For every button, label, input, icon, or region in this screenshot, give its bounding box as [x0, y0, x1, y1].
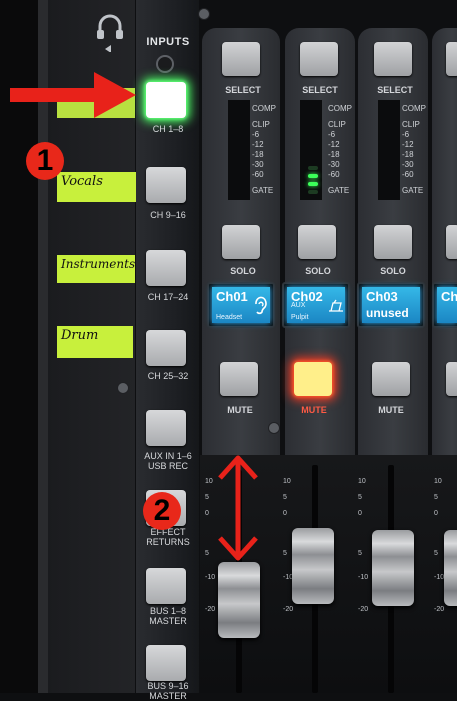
layer-button-bus1-8[interactable]	[146, 568, 186, 604]
solo-button-ch1[interactable]	[222, 225, 260, 259]
meter-scale-ch1: COMP CLIP -6 -12 -18 -30 -60 GATE	[252, 104, 276, 195]
lectern-icon	[329, 299, 343, 312]
lcd-scribble-ch3: Ch03 unused	[357, 282, 425, 328]
mute-button-ch4[interactable]	[446, 362, 457, 396]
meter-led	[308, 166, 318, 170]
screw-icon	[268, 422, 280, 434]
layer-button-ch17-24[interactable]	[146, 250, 186, 286]
lcd-scribble-ch2: Ch02 AUX Pulpit	[282, 282, 350, 328]
layer-button-ch9-16[interactable]	[146, 167, 186, 203]
layer-button-bus9-16[interactable]	[146, 645, 186, 681]
meter-scale-ch2: COMP CLIP -6 -12 -18 -30 -60 GATE	[328, 104, 352, 195]
select-button-ch3[interactable]	[374, 42, 412, 76]
lcd-channel-name: Ch0	[441, 289, 457, 304]
meter-scale-ch3: COMP CLIP -6 -12 -18 -30 -60 GATE	[402, 104, 426, 195]
lcd-channel-name: Ch01	[216, 289, 248, 304]
select-button-ch4[interactable]	[446, 42, 457, 76]
mute-button-ch3[interactable]	[372, 362, 410, 396]
mute-label: MUTE	[227, 405, 253, 415]
solo-button-ch4[interactable]	[446, 225, 457, 259]
layer-button-aux-usb[interactable]	[146, 410, 186, 446]
fader-cap-ch4[interactable]	[444, 530, 457, 606]
fader-cap-ch1[interactable]	[218, 562, 260, 638]
mute-label: MUTE	[378, 405, 404, 415]
fader-cap-ch3[interactable]	[372, 530, 414, 606]
tape-label-drum: Drum	[57, 326, 133, 358]
solo-label: SOLO	[305, 266, 331, 276]
meter-led	[308, 174, 318, 178]
lcd-channel-top: AUX	[291, 302, 306, 309]
level-meter-ch3	[378, 100, 400, 200]
solo-label: SOLO	[380, 266, 406, 276]
solo-label: SOLO	[230, 266, 256, 276]
tape-label-vocals: Vocals	[57, 172, 137, 202]
layer-button-ch1-8[interactable]	[146, 82, 186, 118]
lcd-scribble-ch4: Ch0	[432, 282, 457, 328]
layer-label-bus1-8: BUS 1–8 MASTER	[149, 606, 187, 626]
ear-icon	[255, 296, 267, 315]
solo-button-ch2[interactable]	[298, 225, 336, 259]
select-button-ch1[interactable]	[222, 42, 260, 76]
vertical-double-arrow-icon	[218, 455, 258, 561]
layer-button-ch25-32[interactable]	[146, 330, 186, 366]
right-arrow-icon	[10, 72, 136, 118]
screw-icon	[117, 382, 129, 394]
tape-label-instruments: Instruments	[57, 255, 135, 283]
step-marker-1: 1	[26, 142, 64, 180]
mute-button-ch1[interactable]	[220, 362, 258, 396]
mute-label-active: MUTE	[301, 405, 327, 415]
fader-scale-ch4: 10 5 0 5 -10 -20	[434, 478, 445, 613]
layer-label-ch25-32: CH 25–32	[147, 371, 189, 381]
select-button-ch2[interactable]	[300, 42, 338, 76]
select-label: SELECT	[225, 85, 261, 95]
lcd-channel-label: Pulpit	[291, 314, 309, 321]
meter-led	[308, 190, 318, 194]
inputs-knob[interactable]	[156, 55, 174, 73]
step-marker-2: 2	[143, 492, 181, 530]
layer-label-aux-usb: AUX IN 1–6 USB REC	[144, 451, 192, 471]
screw-icon	[198, 8, 210, 20]
lcd-channel-label: unused	[366, 306, 409, 320]
solo-button-ch3[interactable]	[374, 225, 412, 259]
select-label: SELECT	[377, 85, 413, 95]
headphones-icon	[94, 12, 126, 53]
inputs-title: INPUTS	[146, 36, 190, 48]
layer-label-ch1-8: CH 1–8	[152, 124, 184, 134]
layer-label-effect-returns: EFFECT RETURNS	[146, 527, 190, 547]
lcd-channel-name: Ch03	[366, 289, 398, 304]
lcd-scribble-ch1: Ch01 Headset	[207, 282, 275, 328]
lcd-channel-label: Headset	[216, 314, 243, 321]
fader-scale-ch3: 10 5 0 5 -10 -20	[358, 478, 369, 613]
mute-button-ch2[interactable]	[294, 362, 332, 396]
layer-label-ch9-16: CH 9–16	[150, 210, 186, 220]
fader-cap-ch2[interactable]	[292, 528, 334, 604]
layer-label-ch17-24: CH 17–24	[147, 292, 189, 302]
level-meter-ch1	[228, 100, 250, 200]
select-label: SELECT	[302, 85, 338, 95]
layer-label-bus9-16: BUS 9–16 MASTER	[147, 681, 189, 701]
meter-led	[308, 182, 318, 186]
